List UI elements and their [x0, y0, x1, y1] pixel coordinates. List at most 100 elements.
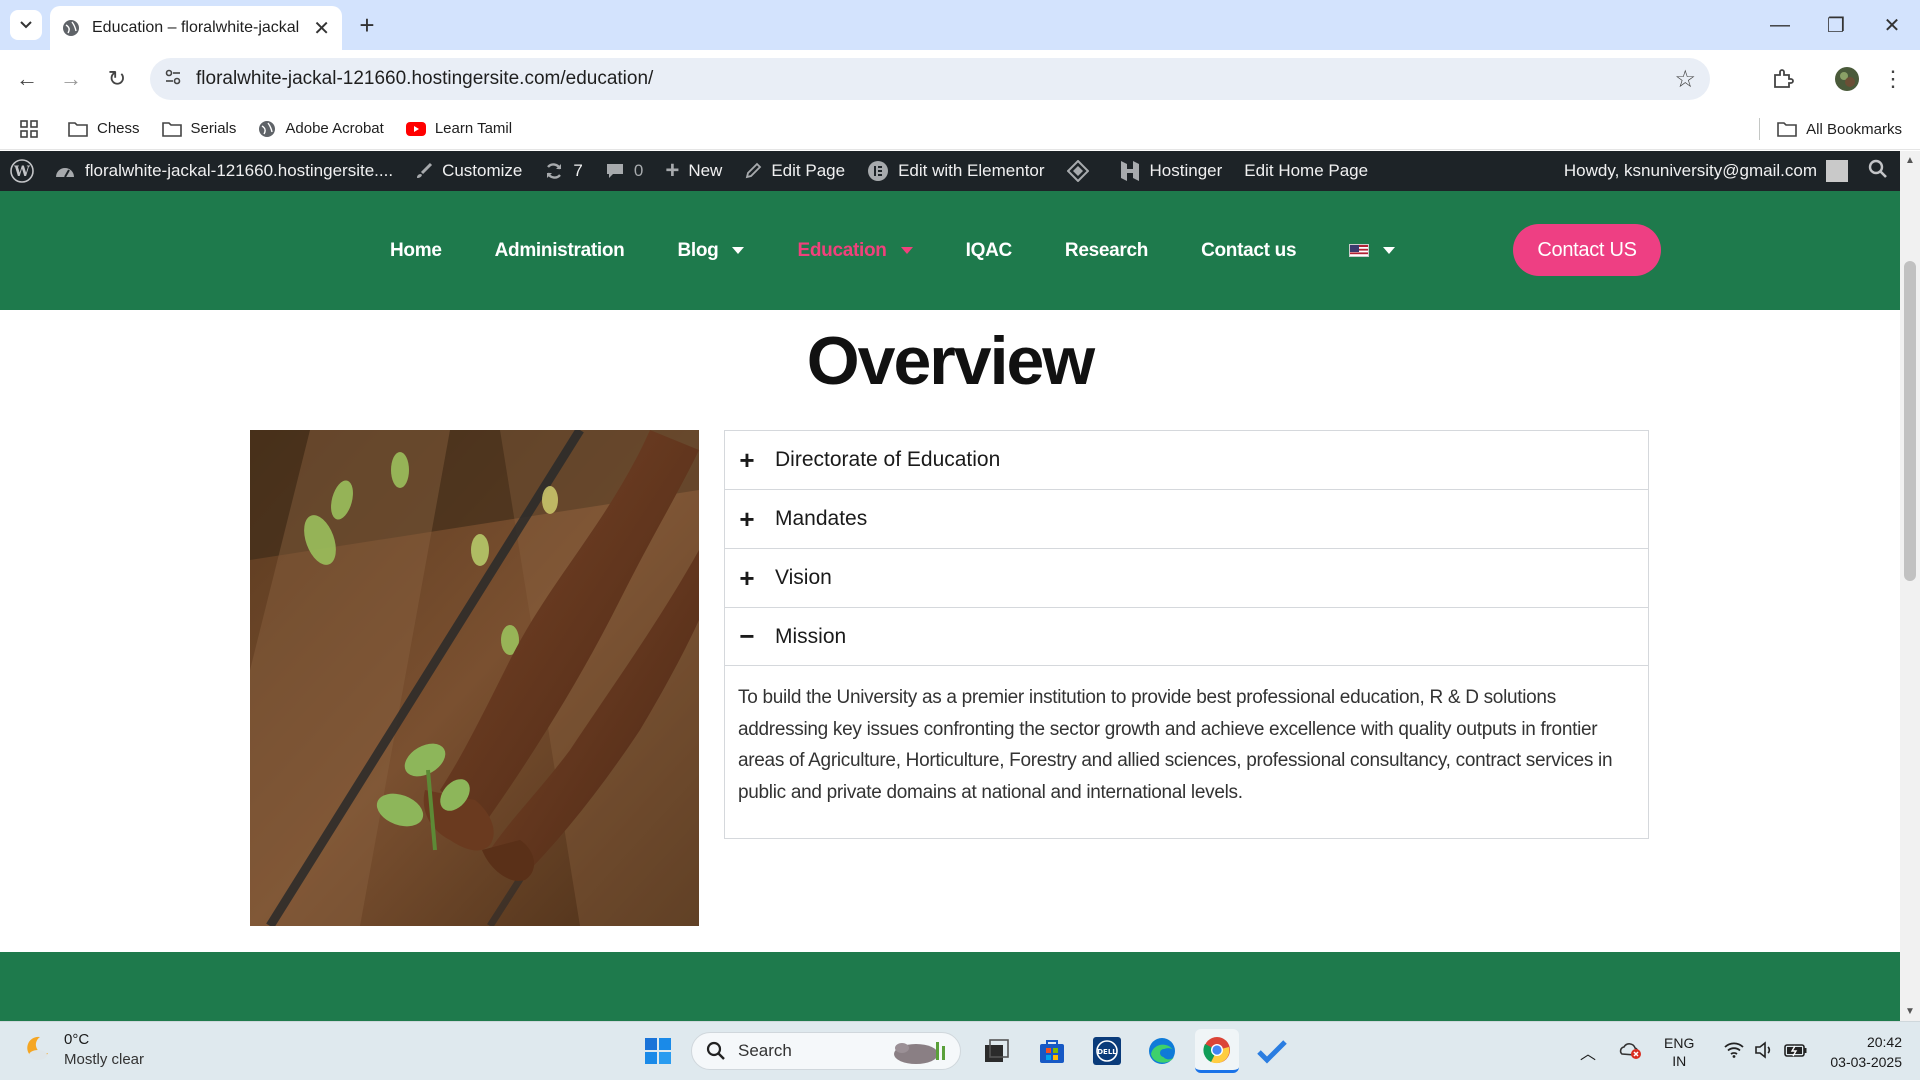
accordion-header-mandates[interactable]: + Mandates — [725, 490, 1648, 548]
accordion-header-mission[interactable]: − Mission — [725, 608, 1648, 666]
minimize-button[interactable]: — — [1752, 0, 1808, 50]
reload-button[interactable]: ↻ — [102, 64, 132, 94]
chrome-browser-icon[interactable] — [1195, 1029, 1239, 1073]
tab-search-button[interactable] — [10, 10, 42, 40]
clock[interactable]: 20:42 03-03-2025 — [1830, 1032, 1902, 1072]
admin-new[interactable]: + New — [665, 157, 722, 185]
weather-condition: Mostly clear — [64, 1051, 145, 1068]
close-window-button[interactable]: ✕ — [1864, 0, 1920, 50]
dell-app-icon[interactable]: DELL — [1085, 1029, 1129, 1073]
task-view-icon[interactable] — [975, 1029, 1019, 1073]
admin-updates[interactable]: 7 — [544, 161, 583, 181]
overview-accordion: + Directorate of Education + Mandates + … — [724, 430, 1649, 839]
admin-customize-label: Customize — [442, 161, 523, 180]
bookmark-serials[interactable]: Serials — [161, 120, 236, 137]
svg-text:W: W — [13, 164, 30, 180]
scroll-down-icon[interactable]: ▼ — [1905, 1006, 1915, 1017]
bookmark-adobe-acrobat[interactable]: Adobe Acrobat — [258, 120, 384, 138]
active-tab[interactable]: Education – floralwhite-jackal-1 ✕ — [50, 6, 342, 50]
todo-check-icon[interactable] — [1250, 1029, 1294, 1073]
accordion-item-vision: + Vision — [725, 549, 1648, 608]
nav-contact[interactable]: Contact us — [1201, 240, 1296, 262]
admin-comments-count: 0 — [633, 161, 644, 180]
all-bookmarks[interactable]: All Bookmarks — [1777, 108, 1902, 150]
admin-site-name[interactable]: floralwhite-jackal-121660.hostingersite.… — [54, 161, 393, 181]
url-text: floralwhite-jackal-121660.hostingersite.… — [196, 68, 654, 89]
page-scrollbar[interactable]: ▲ ▼ — [1900, 151, 1920, 1021]
admin-new-label: New — [688, 161, 723, 180]
admin-howdy: Howdy, ksnuniversity@gmail.com — [1563, 161, 1817, 180]
mission-text: To build the University as a premier ins… — [738, 687, 1613, 803]
admin-elementor-label: Edit with Elementor — [898, 161, 1045, 180]
extensions-icon[interactable] — [1768, 64, 1798, 94]
microsoft-store-icon[interactable] — [1030, 1029, 1074, 1073]
bookmark-star-icon[interactable]: ☆ — [1674, 65, 1696, 94]
address-bar[interactable]: floralwhite-jackal-121660.hostingersite.… — [150, 58, 1710, 100]
accordion-header-directorate[interactable]: + Directorate of Education — [725, 431, 1648, 489]
search-icon[interactable] — [1868, 159, 1888, 184]
profile-avatar[interactable] — [1832, 64, 1862, 94]
admin-hostinger[interactable]: Hostinger — [1119, 159, 1222, 183]
restore-button[interactable]: ❐ — [1808, 0, 1864, 50]
bookmarks-bar: Chess Serials Adobe Acrobat Learn Tamil … — [0, 108, 1920, 150]
bookmark-label: Adobe Acrobat — [285, 120, 384, 137]
accordion-item-mandates: + Mandates — [725, 490, 1648, 549]
bookmark-learn-tamil[interactable]: Learn Tamil — [405, 120, 513, 137]
region-code: IN — [1672, 1052, 1687, 1069]
windows-taskbar: 0°C Mostly clear Search DELL ︿ ENG IN 20… — [0, 1021, 1920, 1080]
site-info-icon[interactable] — [164, 68, 182, 91]
taskbar-apps: Search DELL — [636, 1029, 1305, 1073]
chevron-up-icon[interactable]: ︿ — [1580, 1040, 1596, 1064]
close-tab-icon[interactable]: ✕ — [313, 16, 330, 41]
scroll-thumb[interactable] — [1904, 261, 1916, 581]
apps-icon[interactable] — [20, 119, 38, 138]
nav-blog[interactable]: Blog — [677, 239, 745, 262]
lang-code: ENG — [1664, 1034, 1695, 1051]
nav-research[interactable]: Research — [1065, 240, 1148, 262]
admin-customize[interactable]: Customize — [415, 161, 522, 181]
weather-widget[interactable]: 0°C Mostly clear — [22, 1030, 144, 1070]
chevron-down-icon — [20, 21, 32, 29]
admin-account[interactable]: Howdy, ksnuniversity@gmail.com — [1564, 151, 1888, 191]
bookmark-label: Learn Tamil — [434, 120, 513, 137]
contact-us-button[interactable]: Contact US — [1513, 224, 1661, 276]
bookmark-chess[interactable]: Chess — [68, 120, 140, 137]
taskbar-search[interactable]: Search — [691, 1032, 961, 1070]
globe-icon — [62, 19, 80, 37]
forward-button[interactable]: → — [56, 64, 86, 94]
new-tab-button[interactable]: + — [352, 10, 382, 40]
battery-icon[interactable] — [1784, 1042, 1808, 1061]
back-button[interactable]: ← — [12, 64, 42, 94]
language-indicator[interactable]: ENG IN — [1664, 1034, 1694, 1070]
admin-comments[interactable]: 0 — [605, 161, 643, 181]
nav-education[interactable]: Education — [797, 240, 913, 262]
windows-start-icon[interactable] — [636, 1029, 680, 1073]
pencil-icon — [744, 162, 762, 180]
scroll-up-icon[interactable]: ▲ — [1905, 155, 1915, 166]
nav-administration[interactable]: Administration — [495, 240, 625, 262]
admin-elementor[interactable]: Edit with Elementor — [867, 160, 1045, 182]
all-bookmarks-label: All Bookmarks — [1806, 120, 1902, 138]
folder-icon — [68, 121, 88, 137]
accordion-header-vision[interactable]: + Vision — [725, 549, 1648, 607]
taskbar-search-label: Search — [738, 1041, 792, 1060]
wordpress-logo-icon[interactable]: W — [10, 159, 34, 183]
bookmarks-separator — [1759, 118, 1760, 140]
page-title: Overview — [806, 323, 1095, 399]
menu-icon[interactable]: ⋮ — [1878, 64, 1908, 94]
plus-icon: + — [739, 562, 755, 593]
volume-icon[interactable] — [1754, 1041, 1774, 1062]
admin-edit-page[interactable]: Edit Page — [744, 161, 845, 181]
diamond-icon[interactable] — [1066, 160, 1089, 182]
admin-edit-home[interactable]: Edit Home Page — [1244, 161, 1368, 181]
minus-icon: − — [739, 621, 755, 651]
nav-blog-label: Blog — [677, 239, 719, 261]
edge-browser-icon[interactable] — [1140, 1029, 1184, 1073]
nav-iqac[interactable]: IQAC — [966, 240, 1013, 262]
language-switcher[interactable] — [1349, 244, 1396, 257]
nav-home[interactable]: Home — [390, 240, 442, 262]
folder-icon — [161, 121, 182, 137]
onedrive-error-icon[interactable] — [1618, 1040, 1642, 1063]
folder-icon — [1777, 121, 1797, 137]
wifi-icon[interactable] — [1724, 1042, 1744, 1061]
